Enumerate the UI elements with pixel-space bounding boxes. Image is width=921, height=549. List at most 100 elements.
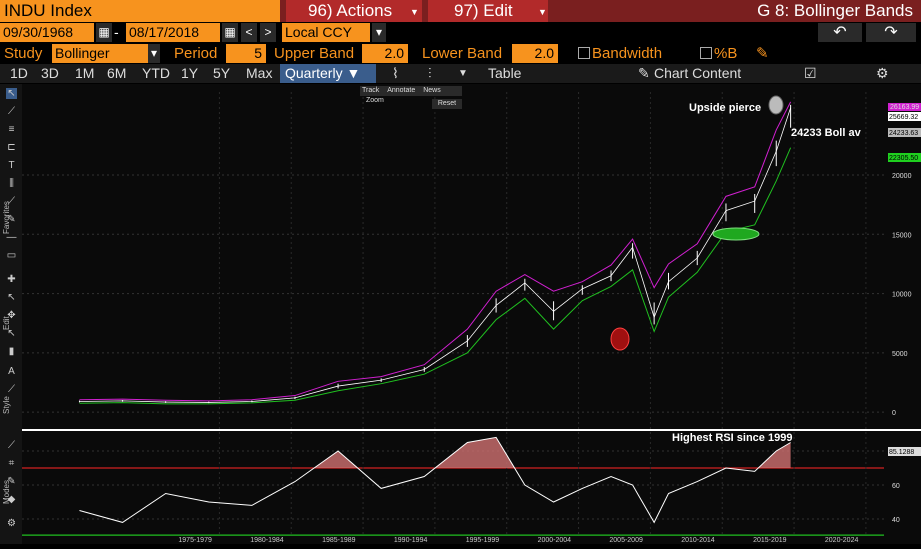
text-tool-icon[interactable]: T: [6, 160, 17, 171]
rsi-value-label: 85.1288: [889, 449, 914, 456]
line-tool-icon[interactable]: ⟋: [6, 106, 17, 117]
study-label: Study: [4, 45, 43, 62]
low-marker: [610, 327, 630, 351]
study-title: G 8: Bollinger Bands: [757, 1, 913, 20]
lower-band-field[interactable]: 2.0: [512, 44, 558, 63]
prev-icon[interactable]: <: [241, 23, 257, 42]
crosshair-icon[interactable]: ✚: [6, 274, 17, 285]
boll-avg-value: 24233.63: [889, 130, 918, 137]
tab-ytd[interactable]: YTD: [142, 64, 170, 83]
upper-band-line: [79, 101, 792, 402]
pctb-checkbox[interactable]: [700, 47, 712, 59]
actions-menu[interactable]: 96) Actions ▼: [286, 0, 422, 22]
upside-pierce-marker: [768, 95, 784, 115]
mode-line-icon[interactable]: ⟋: [6, 440, 17, 451]
cursor-icon[interactable]: ↖: [6, 88, 17, 99]
tab-quarterly[interactable]: Quarterly ▼: [280, 64, 376, 83]
pattern-icon[interactable]: ⫼: [6, 178, 17, 189]
tab-max[interactable]: Max: [246, 64, 272, 83]
reset-button[interactable]: Reset: [432, 99, 462, 109]
redo-icon[interactable]: ↷: [866, 23, 916, 42]
table-tab[interactable]: Table: [488, 64, 521, 83]
upper-band-field[interactable]: 2.0: [362, 44, 408, 63]
price-y-tick: 15000: [892, 232, 912, 239]
boll-avg-label: 24233 Boll av: [791, 127, 862, 139]
x-tick-label: 2020-2024: [825, 537, 859, 544]
tab-1d[interactable]: 1D: [10, 64, 28, 83]
date-separator: -: [114, 24, 119, 40]
chevron-down-icon[interactable]: ▾: [148, 44, 160, 63]
end-date-field[interactable]: 08/17/2018: [126, 23, 220, 42]
modes-label: Modes: [2, 479, 11, 504]
x-tick-label: 1990-1994: [394, 537, 428, 544]
pencil-icon[interactable]: ✎: [756, 44, 769, 62]
tab-3d[interactable]: 3D: [41, 64, 59, 83]
next-icon[interactable]: >: [260, 23, 276, 42]
upside-pierce-label: Upside pierce: [689, 102, 761, 114]
x-tick-label: 1980-1984: [250, 537, 284, 544]
rsi-annotation: Highest RSI since 1999: [672, 432, 792, 444]
line-chart-icon[interactable]: ⌇: [392, 64, 399, 83]
channel-icon[interactable]: ⊏: [6, 142, 17, 153]
support-marker: [712, 227, 760, 241]
study-select[interactable]: Bollinger: [52, 44, 148, 63]
select-icon[interactable]: ↖: [6, 292, 17, 303]
edit-menu[interactable]: 97) Edit ▼: [428, 0, 548, 22]
price-y-tick: 0: [892, 410, 896, 417]
tab-5y[interactable]: 5Y: [213, 64, 230, 83]
news-button[interactable]: News: [423, 87, 441, 94]
calendar-icon[interactable]: ▦: [96, 23, 112, 42]
edit-label: 97) Edit: [454, 1, 513, 20]
last-price-label: 25669.32: [889, 114, 918, 121]
rsi-overbought-fill: [79, 437, 791, 468]
x-tick-label: 1995-1999: [466, 537, 500, 544]
x-tick-label: 1985-1989: [322, 537, 356, 544]
chevron-down-icon[interactable]: ▼: [458, 64, 468, 83]
line-style-icon[interactable]: ⟋: [6, 384, 17, 395]
chart-content-button[interactable]: Chart Content: [654, 64, 741, 83]
actions-label: 96) Actions: [308, 1, 393, 20]
price-y-tick: 10000: [892, 292, 912, 299]
tab-6m[interactable]: 6M: [107, 64, 126, 83]
mode-crop-icon[interactable]: ⌗: [6, 458, 17, 469]
price-y-tick: 20000: [892, 173, 912, 180]
quarterly-label: Quarterly: [285, 65, 343, 81]
start-date-field[interactable]: 09/30/1968: [0, 23, 94, 42]
style-label: Style: [2, 396, 11, 414]
annotate-button[interactable]: Annotate: [387, 87, 415, 94]
rsi-line: [79, 436, 791, 524]
chevron-down-icon[interactable]: ▾: [372, 23, 386, 42]
x-tick-label: 1975-1979: [178, 537, 212, 544]
gear-icon[interactable]: ⚙: [876, 64, 889, 83]
x-tick-label: 2000-2004: [538, 537, 572, 544]
tab-1y[interactable]: 1Y: [181, 64, 198, 83]
fib-icon[interactable]: ≡: [6, 124, 17, 135]
undo-icon[interactable]: ↶: [818, 23, 862, 42]
gear-icon[interactable]: ⚙: [6, 518, 17, 529]
bar-chart-icon[interactable]: ⫶: [428, 64, 432, 83]
box-icon[interactable]: ▭: [6, 250, 17, 261]
currency-select[interactable]: Local CCY: [282, 23, 370, 42]
bandwidth-checkbox[interactable]: [578, 47, 590, 59]
price-y-tick: 5000: [892, 351, 908, 358]
drawing-sidebar: ↖ ⟋ ≡ ⊏ T ⫼ ⟋ ✎ — ▭ ✚ ↖ ✥ ↖ ▮ A ⟋ ⟋ ⌗ ✎ …: [0, 84, 22, 544]
text-style-icon[interactable]: A: [6, 366, 17, 377]
zoom-button[interactable]: Zoom: [366, 97, 384, 104]
calendar-icon[interactable]: ▦: [222, 23, 238, 42]
lower-band-line: [79, 147, 792, 405]
lower-value-label: 22305.50: [889, 155, 918, 162]
chart-area[interactable]: 050001000015000200004060801975-19791980-…: [22, 84, 921, 544]
tab-1m[interactable]: 1M: [75, 64, 94, 83]
ticker-title[interactable]: INDU Index: [0, 0, 280, 22]
trash-icon[interactable]: ▮: [6, 346, 17, 357]
edit-icon[interactable]: ☑: [804, 64, 817, 83]
toolbox-row: Track Annotate News Zoom: [360, 86, 462, 104]
chevron-down-icon: ▼: [538, 7, 547, 17]
upper-band-label: Upper Band: [274, 45, 355, 62]
chart-content-icon[interactable]: ✎: [638, 64, 650, 83]
x-tick-label: 2015-2019: [753, 537, 787, 544]
track-button[interactable]: Track: [362, 87, 379, 94]
chevron-down-icon: ▼: [410, 7, 419, 17]
period-field[interactable]: 5: [226, 44, 266, 63]
upper-value-label: 26163.99: [890, 104, 919, 111]
